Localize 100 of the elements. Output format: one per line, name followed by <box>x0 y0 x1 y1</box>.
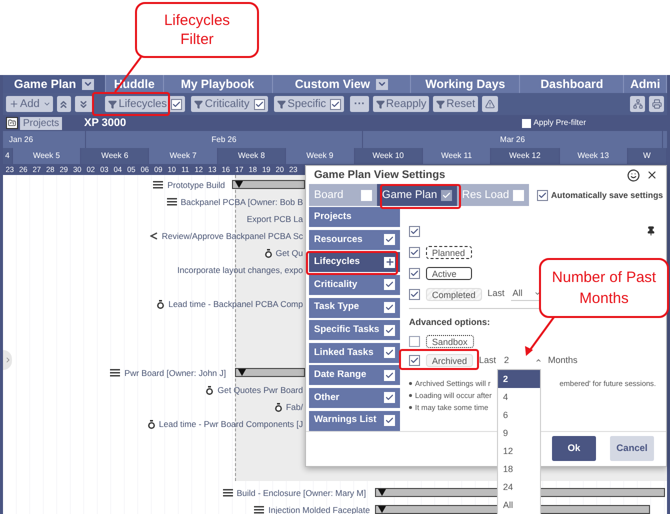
section-checkbox[interactable] <box>384 324 395 336</box>
section-item[interactable]: Resources <box>309 230 400 250</box>
action-button[interactable]: Reset <box>433 96 478 112</box>
checkbox[interactable] <box>330 98 342 110</box>
stopwatch-icon <box>206 386 214 394</box>
collapse-icon <box>238 369 246 376</box>
dropdown-button[interactable] <box>376 78 388 90</box>
filter-button[interactable]: Criticality <box>190 96 268 112</box>
task-label: Lead time - Backpanel PCBA Comp <box>168 298 303 310</box>
list-icon <box>153 181 164 189</box>
caret-icon <box>534 290 541 298</box>
section-checkbox[interactable] <box>384 415 395 426</box>
week-header: Week 8 <box>218 148 286 164</box>
section-item[interactable]: Date Range <box>309 365 400 386</box>
filter-button[interactable]: Lifecycles <box>104 96 185 112</box>
check-icon <box>385 303 394 312</box>
checkbox[interactable] <box>537 190 548 201</box>
action-button[interactable]: Reapply <box>373 96 430 112</box>
checkbox[interactable] <box>254 98 264 110</box>
week-header: 4 <box>3 148 13 164</box>
section-item[interactable]: Task Type <box>309 298 400 318</box>
week-header: Week 6 <box>81 148 150 164</box>
double-up-icon <box>58 98 70 110</box>
ok-button[interactable]: Ok <box>552 436 596 462</box>
dropdown-option[interactable]: 6 <box>498 406 540 424</box>
cancel-button[interactable]: Cancel <box>610 436 654 462</box>
section-item[interactable]: Linked Tasks <box>309 342 400 363</box>
dropdown-option[interactable]: 12 <box>498 442 540 460</box>
move-down-button[interactable] <box>74 96 93 112</box>
caret-icon <box>42 100 51 108</box>
dropdown-option[interactable]: 4 <box>498 388 540 406</box>
week-header: Week 9 <box>286 148 354 164</box>
expand-handle[interactable] <box>3 350 12 370</box>
checkbox[interactable] <box>409 246 420 258</box>
dropdown-option[interactable]: 24 <box>498 478 540 496</box>
section-checkbox[interactable] <box>384 347 395 358</box>
checkbox[interactable] <box>170 98 182 110</box>
nav-tab[interactable]: Game Plan <box>3 75 106 93</box>
view-checkbox[interactable] <box>441 190 452 201</box>
checkbox[interactable] <box>409 268 420 279</box>
task-label: Build - Enclosure [Owner: Mary M] <box>236 486 366 500</box>
checkbox[interactable] <box>409 355 420 366</box>
print-button[interactable] <box>649 96 664 112</box>
bullet-icon <box>409 394 412 397</box>
summary-bar[interactable] <box>235 368 305 377</box>
checkbox[interactable] <box>409 288 420 300</box>
caret-icon <box>83 79 94 89</box>
move-up-button[interactable] <box>56 96 71 112</box>
section-checkbox[interactable] <box>384 370 395 381</box>
stopwatch-icon <box>274 402 282 412</box>
section-item[interactable]: Criticality <box>309 274 400 295</box>
filter-button[interactable]: Specific <box>274 96 344 112</box>
section-checkbox[interactable] <box>384 392 395 404</box>
warning-button[interactable] <box>482 96 498 112</box>
section-checkbox[interactable] <box>384 279 395 290</box>
dropdown-button[interactable] <box>82 78 94 90</box>
section-item[interactable]: Other <box>309 388 400 408</box>
dialog-title: Game Plan View Settings <box>314 168 446 183</box>
hierarchy-button[interactable] <box>630 96 645 112</box>
week-header: Week 11 <box>422 148 492 164</box>
filter-icon <box>194 100 203 108</box>
section-item[interactable]: Projects <box>309 207 400 228</box>
section-checkbox[interactable] <box>384 234 395 246</box>
week-header: Week 12 <box>491 148 560 164</box>
plus-icon <box>9 99 19 109</box>
unit-label: Months <box>548 354 578 367</box>
section-item[interactable]: Warnings List <box>309 410 400 430</box>
list-icon <box>166 198 177 206</box>
task-label: Lead time - Pwr Board Components [J <box>158 418 303 430</box>
prefilter-checkbox[interactable] <box>522 118 531 128</box>
list-icon <box>222 489 233 497</box>
more-button[interactable]: ··· <box>350 96 370 112</box>
months-select[interactable]: 2 <box>502 354 542 368</box>
dropdown-option[interactable]: All <box>498 496 540 514</box>
section-checkbox[interactable] <box>384 302 395 314</box>
status-chip: Planned <box>426 246 472 259</box>
dropdown-option[interactable]: 2 <box>498 370 540 388</box>
section-item[interactable]: Specific Tasks <box>309 320 400 340</box>
expand-icon[interactable] <box>384 256 395 268</box>
projects-button[interactable]: Projects <box>20 116 62 130</box>
summary-bar[interactable] <box>232 180 305 189</box>
filter-icon <box>108 100 117 108</box>
nav-tab[interactable]: Custom View <box>272 75 412 93</box>
week-header: Week 5 <box>12 148 82 164</box>
close-button[interactable] <box>646 169 658 182</box>
add-button[interactable]: Add <box>6 96 53 112</box>
smiley-icon[interactable] <box>627 168 640 182</box>
stopwatch-icon <box>148 420 155 428</box>
nav-tab[interactable]: My Playbook <box>164 75 273 93</box>
last-label: Last <box>479 354 496 367</box>
view-checkbox[interactable] <box>361 190 372 201</box>
checkbox[interactable] <box>409 226 420 237</box>
dropdown-option[interactable]: 18 <box>498 460 540 478</box>
section-item[interactable]: Lifecycles <box>309 252 400 272</box>
dropdown-option[interactable]: 9 <box>498 424 540 442</box>
view-checkbox[interactable] <box>513 190 524 201</box>
status-chip: Archived <box>426 354 474 368</box>
pin-icon[interactable] <box>646 226 656 236</box>
last-label: Last <box>488 287 505 300</box>
checkbox[interactable] <box>409 336 420 348</box>
